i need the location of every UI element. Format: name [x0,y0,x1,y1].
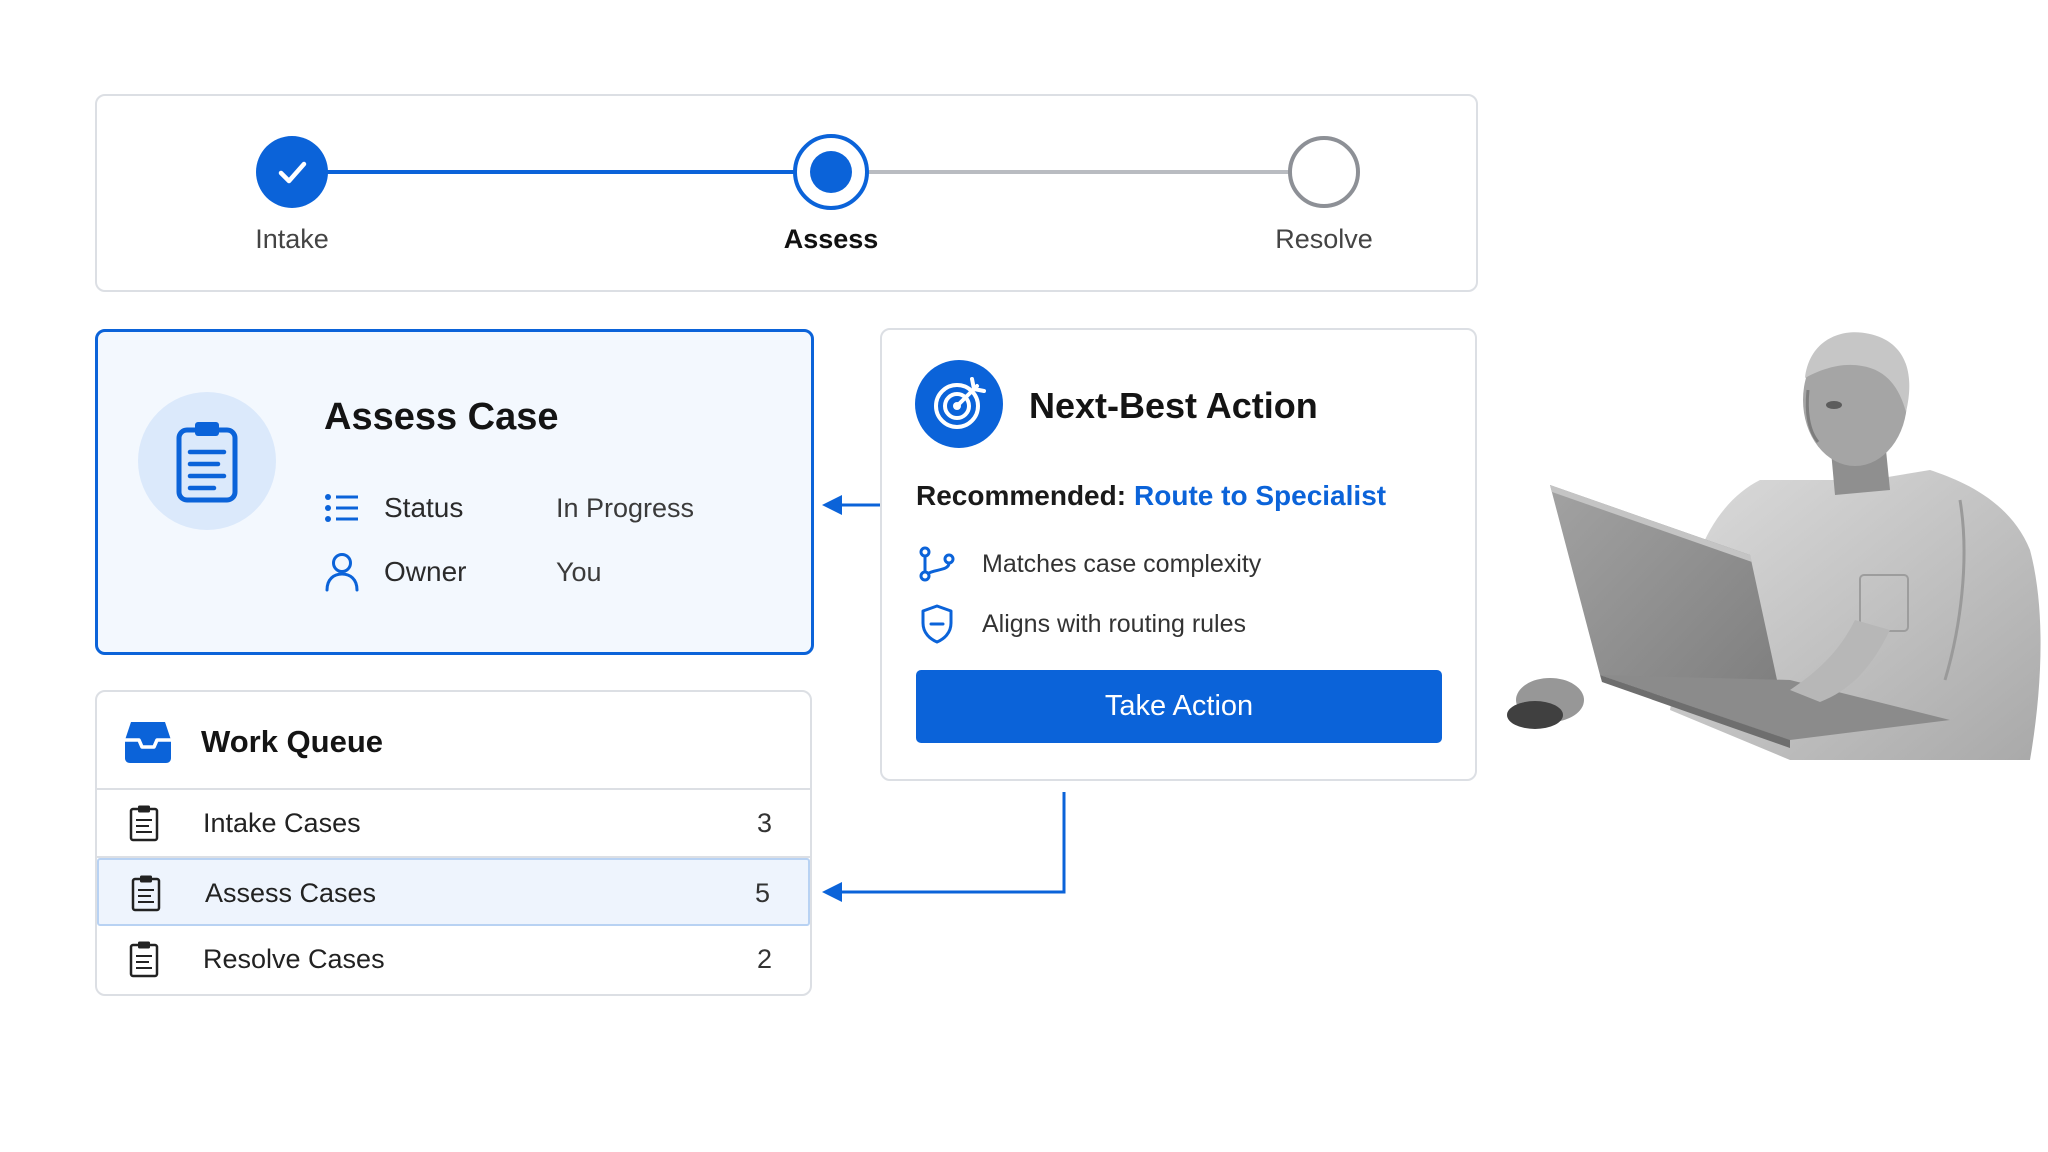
case-icon-badge [138,392,276,530]
step-assess-label: Assess [783,224,879,254]
stepper-track-complete [292,170,832,174]
queue-row-count: 5 [754,878,770,908]
current-step-dot [810,151,852,193]
owner-label: Owner [384,556,467,587]
target-icon [915,360,1003,448]
work-queue-card: Work Queue Intake Cases 3 Assess Cases 5 [95,690,812,996]
step-resolve-node[interactable] [1288,136,1360,208]
stepper-track-pending [832,170,1326,174]
clipboard-icon [129,941,159,978]
queue-row-count: 2 [756,944,772,974]
clipboard-icon [129,805,159,842]
clipboard-icon [131,875,161,912]
work-queue-title: Work Queue [201,724,384,759]
recommended-action-link[interactable]: Route to Specialist [1134,480,1386,511]
clipboard-icon [176,422,238,503]
reason-item: Aligns with routing rules [916,602,1246,646]
queue-row-assess[interactable]: Assess Cases 5 [97,858,810,926]
inbox-icon [125,722,171,763]
work-queue-header: Work Queue [97,692,810,790]
status-field: Status In Progress [322,488,694,528]
list-icon [322,488,362,528]
recommended-label: Recommended: [916,480,1127,511]
nba-title: Next-Best Action [1029,385,1318,426]
check-icon [278,161,307,184]
step-resolve-label: Resolve [1275,224,1373,254]
queue-row-label: Intake Cases [203,808,361,838]
step-intake-node[interactable] [256,136,328,208]
step-intake-label: Intake [255,224,329,254]
take-action-button[interactable]: Take Action [916,670,1442,743]
assess-case-card[interactable]: Assess Case Status In Progress Owner You [95,329,814,655]
user-icon [322,552,362,592]
arrow-nba-to-case [822,495,880,515]
case-title: Assess Case [324,396,559,438]
queue-row-count: 3 [756,808,772,838]
step-assess-node[interactable] [793,134,869,210]
person-at-laptop-illustration [1507,332,2041,760]
status-label: Status [384,492,464,523]
reason-text: Aligns with routing rules [982,609,1247,638]
branch-icon [916,542,958,586]
queue-row-resolve[interactable]: Resolve Cases 2 [97,926,810,994]
reason-item: Matches case complexity [916,542,1261,586]
recommendation: Recommended: Route to Specialist [916,480,1386,512]
shield-icon [916,602,958,646]
progress-stepper: Intake Assess Resolve [95,94,1478,292]
owner-value: You [556,556,602,587]
status-value: In Progress [556,492,695,523]
next-best-action-card: Next-Best Action Recommended: Route to Sp… [880,328,1477,781]
queue-row-intake[interactable]: Intake Cases 3 [97,790,810,858]
reason-text: Matches case complexity [982,549,1262,578]
owner-field: Owner You [322,552,602,592]
arrow-nba-to-queue [822,792,1066,902]
queue-row-label: Resolve Cases [203,944,385,974]
queue-row-label: Assess Cases [205,878,377,908]
